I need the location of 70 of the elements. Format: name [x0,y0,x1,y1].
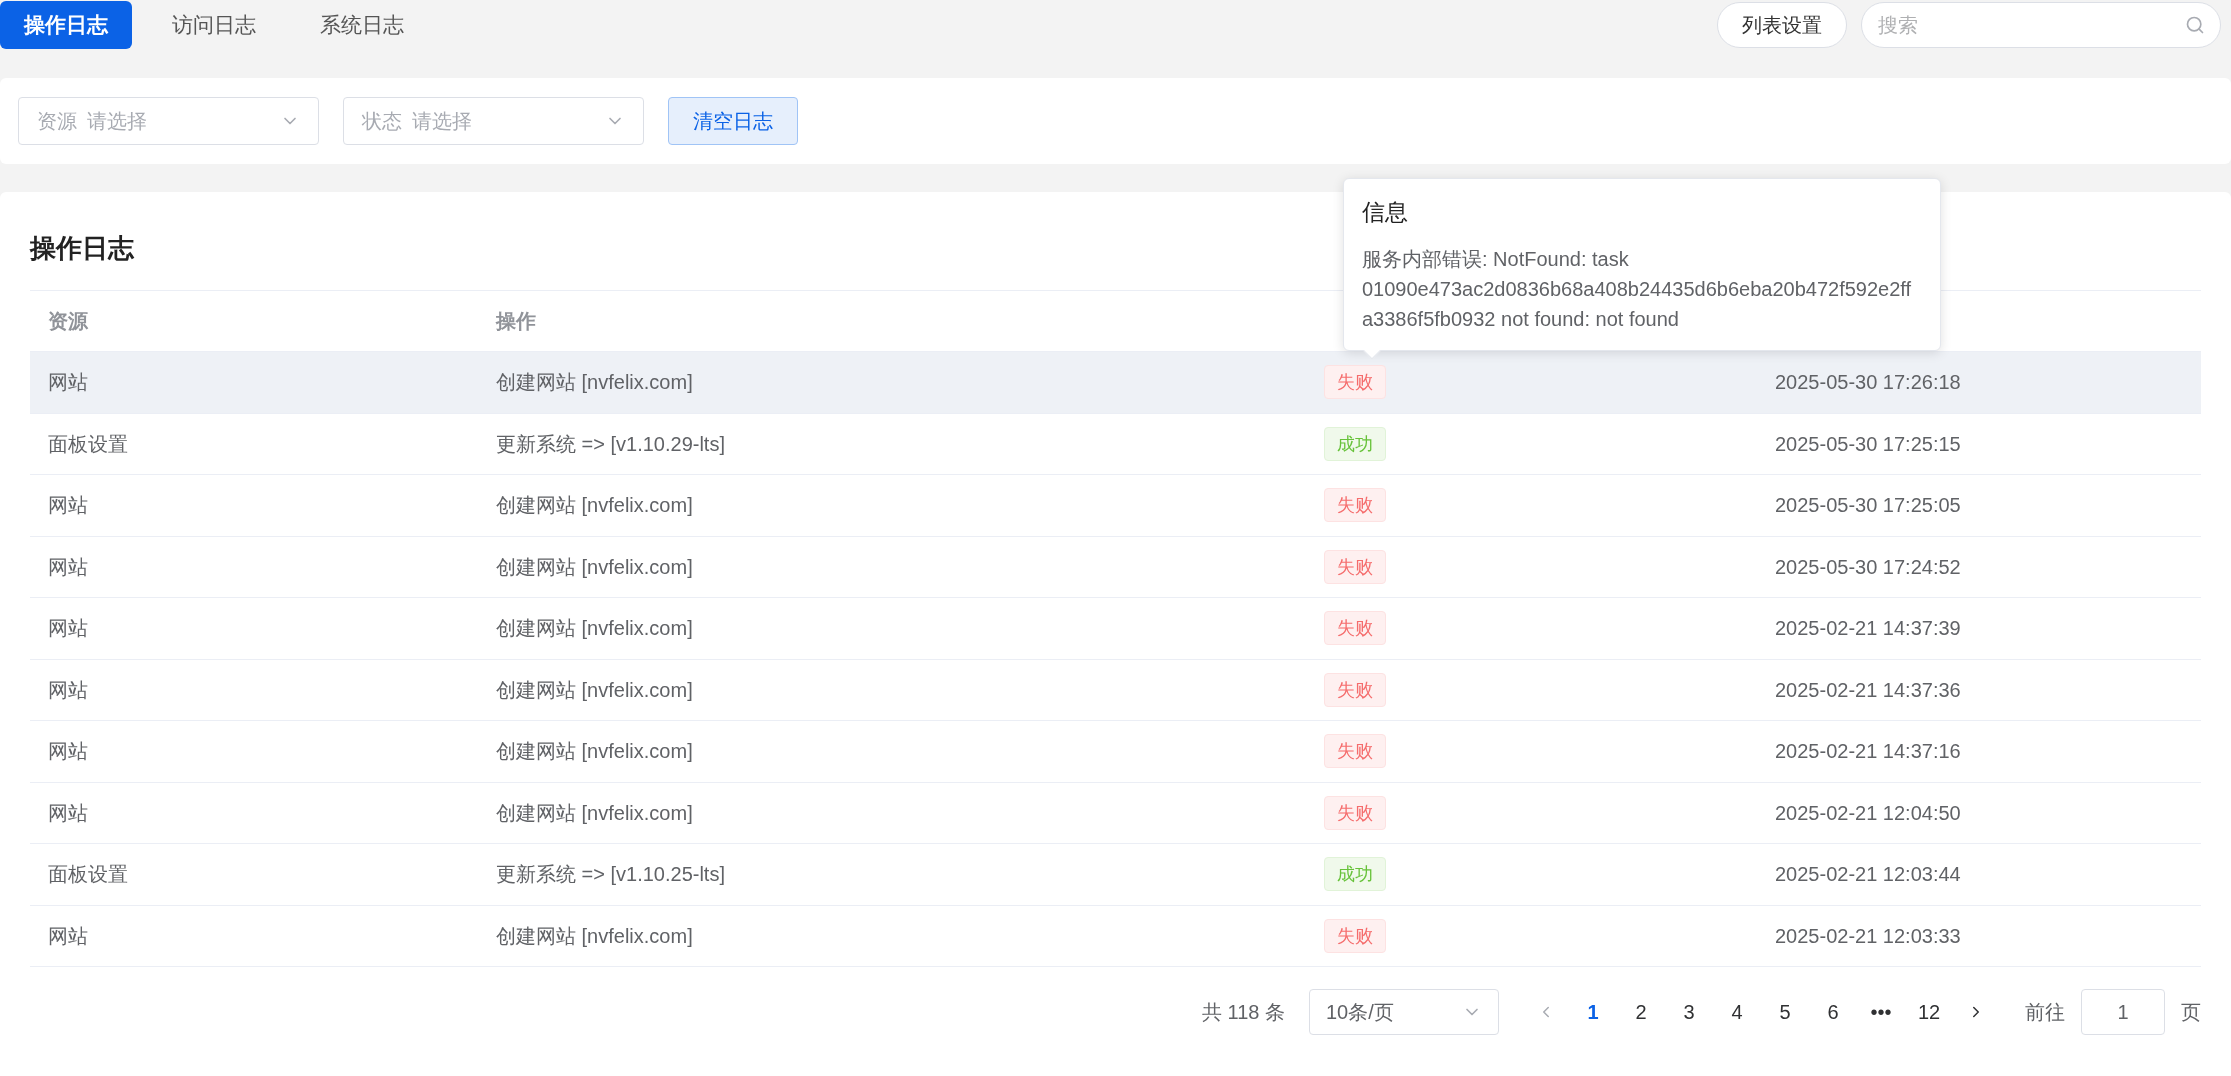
status-tag: 成功 [1324,857,1386,892]
table-cell: 2025-02-21 12:03:33 [1775,924,1961,947]
select-placeholder: 请选择 [87,109,148,134]
page-button[interactable]: 6 [1811,990,1855,1034]
tab[interactable]: 操作日志 [0,1,132,49]
status-tag: 成功 [1324,426,1386,461]
select-label: 资源 [37,109,77,134]
status-tag: 失败 [1324,672,1386,707]
table-cell: 2025-05-30 17:25:05 [1775,494,1961,517]
page-button[interactable]: 4 [1715,990,1759,1034]
page-button[interactable]: 12 [1907,990,1951,1034]
table-cell: 网站 [48,494,88,517]
goto-suffix: 页 [2181,1000,2201,1025]
status-tag: 失败 [1324,488,1386,523]
table-cell: 网站 [48,801,88,824]
search-icon [2185,15,2205,35]
table-cell: 2025-02-21 12:04:50 [1775,801,1961,824]
tooltip-message: 服务内部错误: NotFound: task 01090e473ac2d0836b68a408b24435d6b6eba20b472f592e2ffa3386f5fb0932 not found: not found [1362,246,1913,332]
column-header: 资源 [48,310,88,332]
table-cell: 创建网站 [nvfelix.com] [496,617,693,640]
table-cell: 创建网站 [nvfelix.com] [496,494,693,517]
table-cell: 面板设置 [48,432,128,455]
table-cell: 2025-02-21 14:37:39 [1775,617,1961,640]
table-cell: 更新系统 => [v1.10.29-lts] [496,432,725,455]
clear-log-button[interactable]: 清空日志 [668,97,798,145]
table-cell: 面板设置 [48,863,128,886]
table-cell: 2025-05-30 17:26:18 [1775,371,1961,394]
page-size-select[interactable]: 10条/页 [1309,989,1499,1035]
table-cell: 创建网站 [nvfelix.com] [496,371,693,394]
status-tag: 失败 [1324,365,1386,400]
table-cell: 2025-05-30 17:25:15 [1775,432,1961,455]
status-tag: 失败 [1324,918,1386,953]
table-cell: 网站 [48,740,88,763]
status-tag: 失败 [1324,549,1386,584]
table-row[interactable]: 网站 创建网站 [nvfelix.com] 失败 2025-05-30 17:26:18 [30,352,2201,414]
status-tag: 失败 [1324,734,1386,769]
column-header: 操作 [496,310,536,332]
status-tag: 失败 [1324,611,1386,646]
table-cell: 网站 [48,617,88,640]
table-cell: 网站 [48,371,88,394]
total-count: 共 118 条 [1202,1000,1285,1025]
select-label: 状态 [362,109,402,134]
page-button[interactable]: 3 [1667,990,1711,1034]
table-cell: 创建网站 [nvfelix.com] [496,801,693,824]
tab[interactable]: 系统日志 [296,1,428,49]
goto-page-field[interactable]: 1 [2081,989,2165,1035]
page-button[interactable]: 2 [1619,990,1663,1034]
status-tag: 失败 [1324,795,1386,830]
table-cell: 创建网站 [nvfelix.com] [496,555,693,578]
table-cell: 2025-02-21 14:37:16 [1775,740,1961,763]
page-button[interactable]: 5 [1763,990,1807,1034]
page-button[interactable]: ••• [1859,990,1903,1034]
table-cell: 2025-02-21 14:37:36 [1775,678,1961,701]
table-cell: 创建网站 [nvfelix.com] [496,740,693,763]
select-placeholder: 请选择 [412,109,473,134]
table-cell: 网站 [48,924,88,947]
page-button[interactable]: 1 [1571,990,1615,1034]
table-title: 操作日志 [30,231,134,265]
table-cell: 更新系统 => [v1.10.25-lts] [496,863,725,886]
table-cell: 网站 [48,555,88,578]
table-cell: 创建网站 [nvfelix.com] [496,924,693,947]
table-cell: 2025-05-30 17:24:52 [1775,555,1961,578]
tab[interactable]: 访问日志 [148,1,280,49]
table-cell: 创建网站 [nvfelix.com] [496,678,693,701]
tooltip-title: 信息 [1362,198,1409,227]
goto-label: 前往 [2025,1000,2065,1025]
search-field[interactable]: 搜索 [1861,2,2221,48]
table-cell: 2025-02-21 12:03:44 [1775,863,1961,886]
table-cell: 网站 [48,678,88,701]
list-settings-button[interactable]: 列表设置 [1717,2,1847,48]
